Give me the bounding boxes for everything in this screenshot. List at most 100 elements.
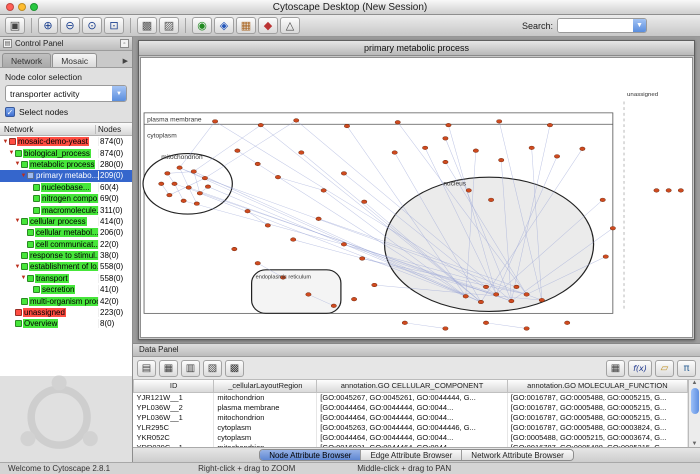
network-node[interactable] bbox=[194, 202, 199, 206]
tree-row[interactable]: ▼metabolic process280(0) bbox=[0, 159, 132, 170]
tree-row[interactable]: nucleobase...60(4) bbox=[0, 182, 132, 193]
network-node[interactable] bbox=[341, 243, 346, 247]
network-svg[interactable]: plasma membranecytoplasmmitochondrionnuc… bbox=[141, 58, 692, 337]
network-node[interactable] bbox=[488, 198, 493, 202]
network-node[interactable] bbox=[443, 160, 448, 164]
network-node[interactable] bbox=[554, 155, 559, 159]
tree-expander-icon[interactable]: ▼ bbox=[14, 264, 21, 270]
network-node[interactable] bbox=[212, 120, 217, 124]
tree-row[interactable]: macromolecule...311(0) bbox=[0, 204, 132, 215]
tree-column-network[interactable]: Network bbox=[0, 125, 96, 134]
trash-icon[interactable]: ▩ bbox=[225, 360, 244, 377]
open-folder-icon[interactable]: ▱ bbox=[655, 360, 674, 377]
network-node[interactable] bbox=[402, 321, 407, 325]
network-node[interactable] bbox=[191, 170, 196, 174]
minimize-button[interactable] bbox=[18, 3, 26, 11]
network-node[interactable] bbox=[360, 257, 365, 261]
create-attribute-icon[interactable]: ▦ bbox=[159, 360, 178, 377]
network-node[interactable] bbox=[392, 151, 397, 155]
close-button[interactable] bbox=[6, 3, 14, 11]
network-node[interactable] bbox=[202, 176, 207, 180]
network-node[interactable] bbox=[235, 149, 240, 153]
network-node[interactable] bbox=[678, 189, 683, 193]
network-node[interactable] bbox=[167, 193, 172, 197]
tab-mosaic[interactable]: Mosaic bbox=[52, 53, 97, 67]
tree-expander-icon[interactable]: ▼ bbox=[20, 173, 27, 179]
network-node[interactable] bbox=[172, 182, 177, 186]
network-node[interactable] bbox=[372, 283, 377, 287]
pi-icon[interactable]: π bbox=[677, 360, 696, 377]
network-node[interactable] bbox=[473, 149, 478, 153]
network-node[interactable] bbox=[494, 293, 499, 297]
network-node[interactable] bbox=[205, 185, 210, 189]
network-node[interactable] bbox=[321, 189, 326, 193]
network-node[interactable] bbox=[165, 172, 170, 176]
network-node[interactable] bbox=[275, 175, 280, 179]
tab-network-attribute-browser[interactable]: Network Attribute Browser bbox=[462, 450, 572, 460]
tree-row[interactable]: unassigned223(0) bbox=[0, 307, 132, 318]
network-node[interactable] bbox=[580, 147, 585, 151]
network-node[interactable] bbox=[306, 293, 311, 297]
network-node[interactable] bbox=[443, 327, 448, 331]
search-input[interactable] bbox=[558, 19, 633, 32]
scroll-up-icon[interactable]: ▲ bbox=[692, 380, 698, 386]
network-node[interactable] bbox=[344, 124, 349, 128]
network-node[interactable] bbox=[443, 137, 448, 141]
tab-node-attribute-browser[interactable]: Node Attribute Browser bbox=[260, 450, 361, 460]
network-node[interactable] bbox=[547, 123, 552, 127]
tree-column-nodes[interactable]: Nodes bbox=[96, 125, 132, 134]
attribute-batch-icon[interactable]: ▧ bbox=[203, 360, 222, 377]
data-panel-header[interactable]: Data Panel bbox=[133, 344, 700, 357]
console-icon[interactable]: ▣ bbox=[5, 17, 25, 34]
network-node[interactable] bbox=[177, 166, 182, 170]
hide-selected-icon[interactable]: ▩ bbox=[137, 17, 157, 34]
table-row[interactable]: YJR121W__1mitochondrion[GO:0045267, GO:0… bbox=[134, 392, 688, 403]
network-node[interactable] bbox=[422, 146, 427, 150]
table-scrollbar[interactable]: ▲ ▼ bbox=[688, 380, 700, 447]
tree-row[interactable]: ▼primary metabo...209(0) bbox=[0, 170, 132, 181]
network-node[interactable] bbox=[509, 299, 514, 303]
tree-row[interactable]: cellular metabol...206(0) bbox=[0, 227, 132, 238]
tree-row[interactable]: ▼transport558(0) bbox=[0, 273, 132, 284]
tree-row[interactable]: ▼cellular process414(0) bbox=[0, 216, 132, 227]
network-node[interactable] bbox=[603, 255, 608, 259]
layout-icon[interactable]: △ bbox=[280, 17, 300, 34]
network-node[interactable] bbox=[291, 238, 296, 242]
network-node[interactable] bbox=[666, 189, 671, 193]
tree-row[interactable]: ▼biological_process874(0) bbox=[0, 147, 132, 158]
network-node[interactable] bbox=[258, 123, 263, 127]
table-row[interactable]: YKR052Ccytoplasm[GO:0044464, GO:0044444,… bbox=[134, 433, 688, 443]
network-node[interactable] bbox=[499, 158, 504, 162]
tree-row[interactable]: ▼mosaic-demo-yeast874(0) bbox=[0, 136, 132, 147]
tree-expander-icon[interactable]: ▼ bbox=[20, 275, 27, 281]
node-color-dropdown[interactable]: transporter activity ▼ bbox=[5, 85, 127, 102]
network-node[interactable] bbox=[331, 304, 336, 308]
select-nodes-checkbox[interactable]: ✓ bbox=[5, 107, 15, 117]
zoom-selected-icon[interactable]: ⊙ bbox=[82, 17, 102, 34]
network-node[interactable] bbox=[539, 298, 544, 302]
network-node[interactable] bbox=[395, 121, 400, 125]
column-header[interactable]: annotation.GO CELLULAR_COMPONENT bbox=[317, 380, 508, 392]
network-node[interactable] bbox=[446, 123, 451, 127]
network-node[interactable] bbox=[466, 189, 471, 193]
table-row[interactable]: YLR295Ccytoplasm[GO:0045263, GO:0044444,… bbox=[134, 423, 688, 433]
tab-network[interactable]: Network bbox=[2, 53, 51, 67]
scrollbar-thumb[interactable] bbox=[691, 388, 699, 414]
network-node[interactable] bbox=[294, 119, 299, 123]
network-node[interactable] bbox=[245, 209, 250, 213]
network-node[interactable] bbox=[524, 327, 529, 331]
import-table-icon[interactable]: ▦ bbox=[236, 17, 256, 34]
window-titlebar[interactable]: Cytoscape Desktop (New Session) bbox=[0, 0, 700, 15]
network-node[interactable] bbox=[186, 186, 191, 190]
network-node[interactable] bbox=[351, 297, 356, 301]
network-view-frame[interactable]: primary metabolic process plasma membran… bbox=[138, 40, 695, 340]
tree-expander-icon[interactable]: ▼ bbox=[14, 218, 21, 224]
float-panel-icon[interactable]: ▫ bbox=[120, 39, 129, 48]
zoom-in-icon[interactable]: ⊕ bbox=[38, 17, 58, 34]
network-node[interactable] bbox=[255, 162, 260, 166]
tree-row[interactable]: secretion41(0) bbox=[0, 284, 132, 295]
network-node[interactable] bbox=[181, 199, 186, 203]
vizmapper-icon[interactable]: ◆ bbox=[258, 17, 278, 34]
network-node[interactable] bbox=[362, 200, 367, 204]
network-node[interactable] bbox=[483, 321, 488, 325]
